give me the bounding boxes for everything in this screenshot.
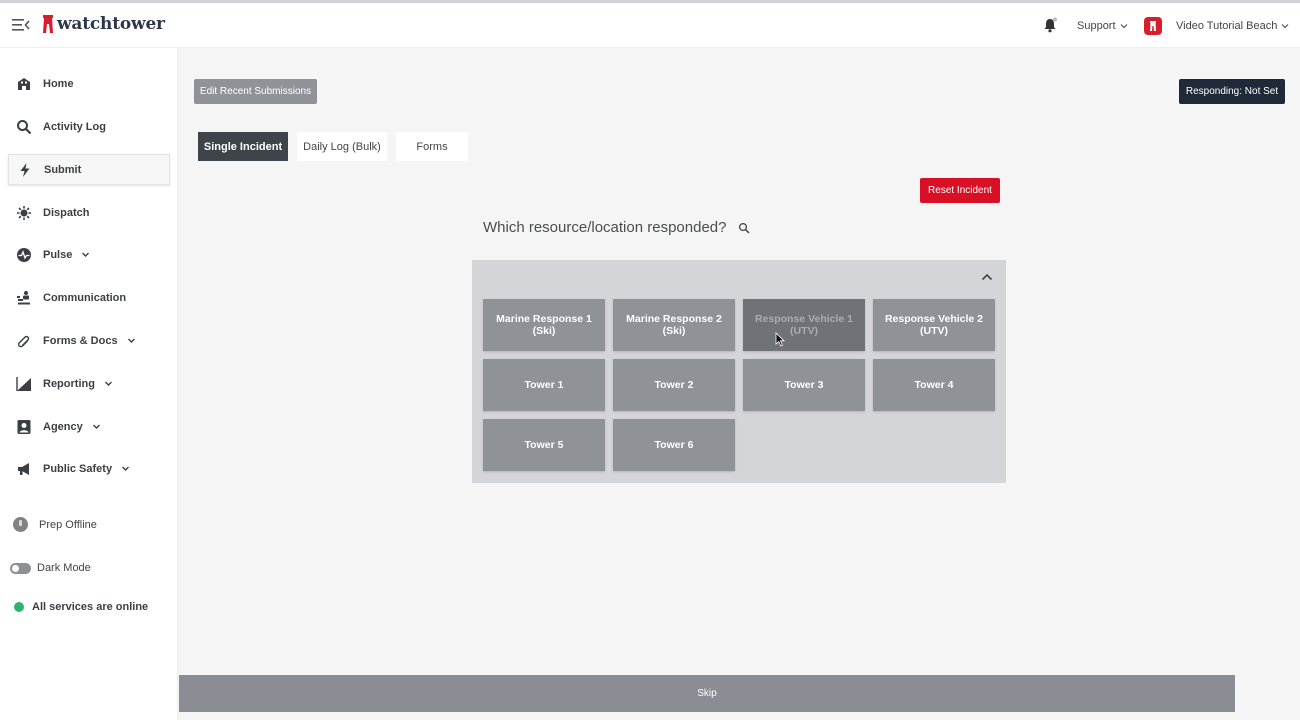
tab-forms[interactable]: Forms [396,132,468,161]
support-label: Support [1077,20,1116,32]
toggle-switch-icon[interactable] [10,562,31,574]
chevron-down-icon [82,252,90,257]
skip-button[interactable]: Skip [179,675,1235,712]
chevron-down-icon [127,338,135,343]
edit-recent-submissions-button[interactable]: Edit Recent Submissions [194,79,317,104]
resource-tile-tower-3[interactable]: Tower 3 [743,359,865,411]
dark-mode-toggle[interactable]: Dark Mode [10,562,91,574]
sidebar: Home Activity Log Submit Dispatch Pulse [0,48,178,720]
resource-question: Which resource/location responded? [483,219,727,236]
sidebar-item-label: Reporting [43,377,95,390]
prep-offline-button[interactable]: Prep Offline [13,517,97,532]
resource-tile-label: Response Vehicle 1 (UTV) [754,313,854,337]
resource-tile-label: Tower 5 [524,439,564,451]
sidebar-item-home[interactable]: Home [8,68,170,99]
resource-tile-marine-response-2[interactable]: Marine Response 2 (Ski) [613,299,735,351]
resource-tile-label: Tower 2 [654,379,694,391]
chevron-down-icon [1281,24,1289,29]
agency-menu[interactable]: Video Tutorial Beach [1176,20,1289,32]
sidebar-item-dispatch[interactable]: Dispatch [8,197,170,228]
siren-icon [17,205,31,220]
sidebar-item-submit[interactable]: Submit [8,154,170,185]
status-online-icon [14,602,24,612]
download-icon [13,517,28,532]
agency-name-label: Video Tutorial Beach [1176,20,1278,32]
menu-toggle-icon[interactable] [12,17,30,33]
reset-incident-button[interactable]: Reset Incident [920,178,1000,203]
sidebar-item-label: Activity Log [43,120,106,133]
watchtower-badge-icon [1150,21,1156,31]
prep-offline-label: Prep Offline [39,518,97,531]
chart-icon [16,376,31,391]
resource-tile-label: Tower 3 [784,379,824,391]
sidebar-item-label: Submit [44,163,82,176]
dark-mode-label: Dark Mode [37,562,91,574]
service-status-label: All services are online [32,601,149,613]
resource-tile-response-vehicle-1[interactable]: Response Vehicle 1 (UTV) [743,299,865,351]
resource-tile-tower-6[interactable]: Tower 6 [613,419,735,471]
chevron-down-icon [92,424,100,429]
resource-tile-label: Tower 4 [914,379,954,391]
resource-tile-label: Marine Response 1 (Ski) [496,313,592,337]
resource-tile-tower-1[interactable]: Tower 1 [483,359,605,411]
sidebar-item-label: Forms & Docs [43,334,118,347]
service-status: All services are online [14,601,148,613]
brand-logo[interactable]: watchtower [42,14,165,34]
chevron-down-icon [122,466,130,471]
search-icon[interactable] [738,222,750,234]
resource-tile-tower-4[interactable]: Tower 4 [873,359,995,411]
tab-single-incident[interactable]: Single Incident [198,132,288,161]
sidebar-item-communication[interactable]: Communication [8,282,170,313]
resource-tile-label: Tower 6 [654,439,694,451]
chevron-up-icon[interactable] [980,271,994,283]
megaphone-icon [18,462,29,475]
bolt-icon [20,162,30,177]
resource-tile-label: Response Vehicle 2 (UTV) [884,313,984,337]
resource-tile-label: Tower 1 [524,379,564,391]
brand-name: watchtower [57,14,165,34]
skip-label: Skip [697,688,717,699]
resource-tile-label: Marine Response 2 (Ski) [626,313,722,337]
chevron-down-icon [104,381,112,386]
paperclip-icon [17,335,30,347]
agency-avatar[interactable] [1144,17,1162,35]
sidebar-item-label: Home [43,77,74,90]
sidebar-item-public-safety[interactable]: Public Safety [8,453,170,484]
responding-status-button[interactable]: Responding: Not Set [1179,79,1285,104]
sidebar-item-label: Public Safety [43,462,113,475]
home-icon [18,77,30,90]
resource-tile-marine-response-1[interactable]: Marine Response 1 (Ski) [483,299,605,351]
sidebar-item-label: Pulse [43,248,73,261]
support-menu[interactable]: Support [1077,20,1128,32]
pulse-icon [17,247,31,262]
chevron-down-icon [1120,24,1127,29]
sidebar-item-pulse[interactable]: Pulse [8,239,170,270]
sidebar-item-activity-log[interactable]: Activity Log [8,111,170,142]
sidebar-item-label: Communication [43,291,127,304]
resource-tile-tower-2[interactable]: Tower 2 [613,359,735,411]
top-bar: watchtower Support Video Tutorial Beach [0,0,1300,48]
tab-daily-log-bulk[interactable]: Daily Log (Bulk) [297,132,387,161]
user-badge-icon [17,419,31,434]
sidebar-item-reporting[interactable]: Reporting [8,368,170,399]
notification-bell-icon[interactable] [1042,17,1058,33]
sidebar-item-label: Agency [43,420,83,433]
sidebar-item-label: Dispatch [43,206,90,219]
resource-tile-tower-5[interactable]: Tower 5 [483,419,605,471]
resource-tile-response-vehicle-2[interactable]: Response Vehicle 2 (UTV) [873,299,995,351]
sidebar-item-agency[interactable]: Agency [8,411,170,442]
search-icon [17,119,32,134]
sidebar-item-forms-docs[interactable]: Forms & Docs [8,325,170,356]
communication-icon [17,290,30,304]
watchtower-logo-icon [43,15,53,33]
